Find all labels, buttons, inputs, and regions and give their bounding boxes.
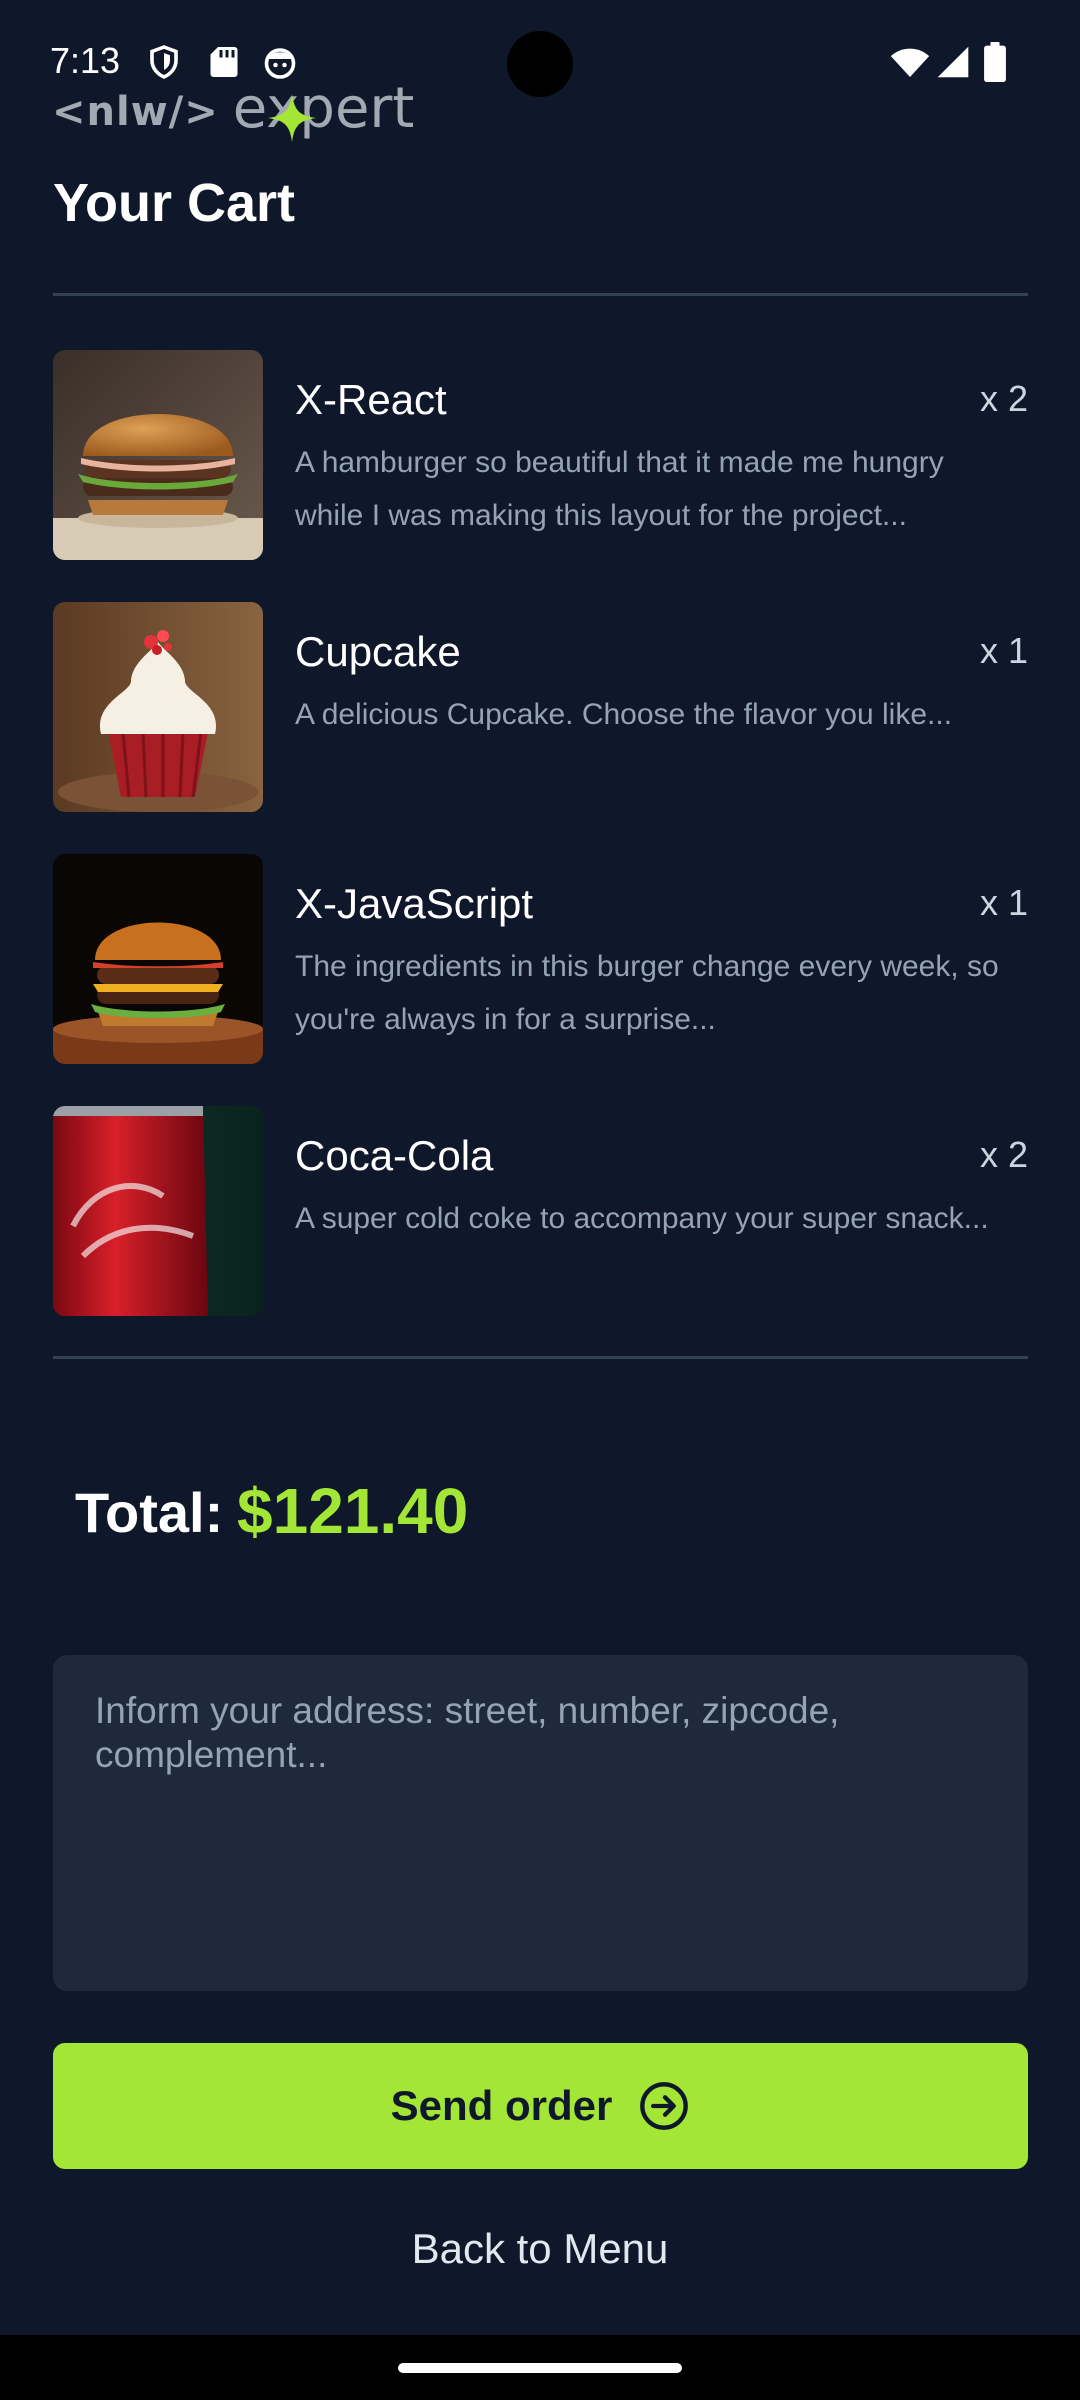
send-order-button[interactable]: Send order [53,2043,1028,2169]
item-description: A delicious Cupcake. Choose the flavor y… [295,698,953,731]
item-quantity: x 1 [979,882,1028,923]
nlw-expert-logo: <nlw/> expert [52,76,414,144]
address-input[interactable] [53,1655,1028,1991]
item-name: X-JavaScript [295,880,534,927]
logo-code-text: <nlw/> [52,89,219,135]
shield-icon [150,45,178,79]
cart-item-x-javascript[interactable]: X-JavaScript x 1 The ingredients in this… [53,854,1028,1064]
cart-item-coca-cola[interactable]: Coca-Cola x 2 A super cold coke to accom… [53,1106,1028,1316]
item-name: X-React [295,376,447,423]
bottom-divider [53,1356,1028,1359]
arrow-right-circle-icon [640,2082,689,2130]
page-title: Your Cart [53,173,296,233]
item-quantity: x 2 [979,378,1028,419]
top-divider [53,293,1028,296]
burger-image [53,854,263,1064]
item-name: Coca-Cola [295,1132,494,1179]
back-to-menu-link[interactable]: Back to Menu [0,2225,1080,2273]
send-order-label: Send order [390,2082,613,2129]
item-quantity: x 1 [979,630,1028,671]
item-description: The ingredients in this burger change ev… [295,950,999,1036]
battery-icon [984,42,1006,82]
cart-item-cupcake[interactable]: Cupcake x 1 A delicious Cupcake. Choose … [53,602,1028,812]
wifi-icon [890,48,930,77]
item-name: Cupcake [295,628,461,675]
item-quantity: x 2 [979,1134,1028,1175]
coke-can-image [53,1106,263,1316]
total-label: Total: [75,1481,224,1544]
front-camera [507,31,573,97]
cart-item-x-react[interactable]: X-React x 2 A hamburger so beautiful tha… [53,350,1028,560]
item-description: A hamburger so beautiful that it made me… [295,446,944,532]
cupcake-image [53,602,263,812]
signal-icon [937,46,969,78]
total-value: $121.40 [237,1475,469,1547]
logo-expert-text: expert [232,75,415,141]
item-description: A super cold coke to accompany your supe… [295,1202,989,1235]
sparkle-icon [268,94,316,142]
hamburger-image [53,350,263,560]
home-gesture-handle[interactable] [398,2363,682,2373]
status-time: 7:13 [50,40,121,81]
